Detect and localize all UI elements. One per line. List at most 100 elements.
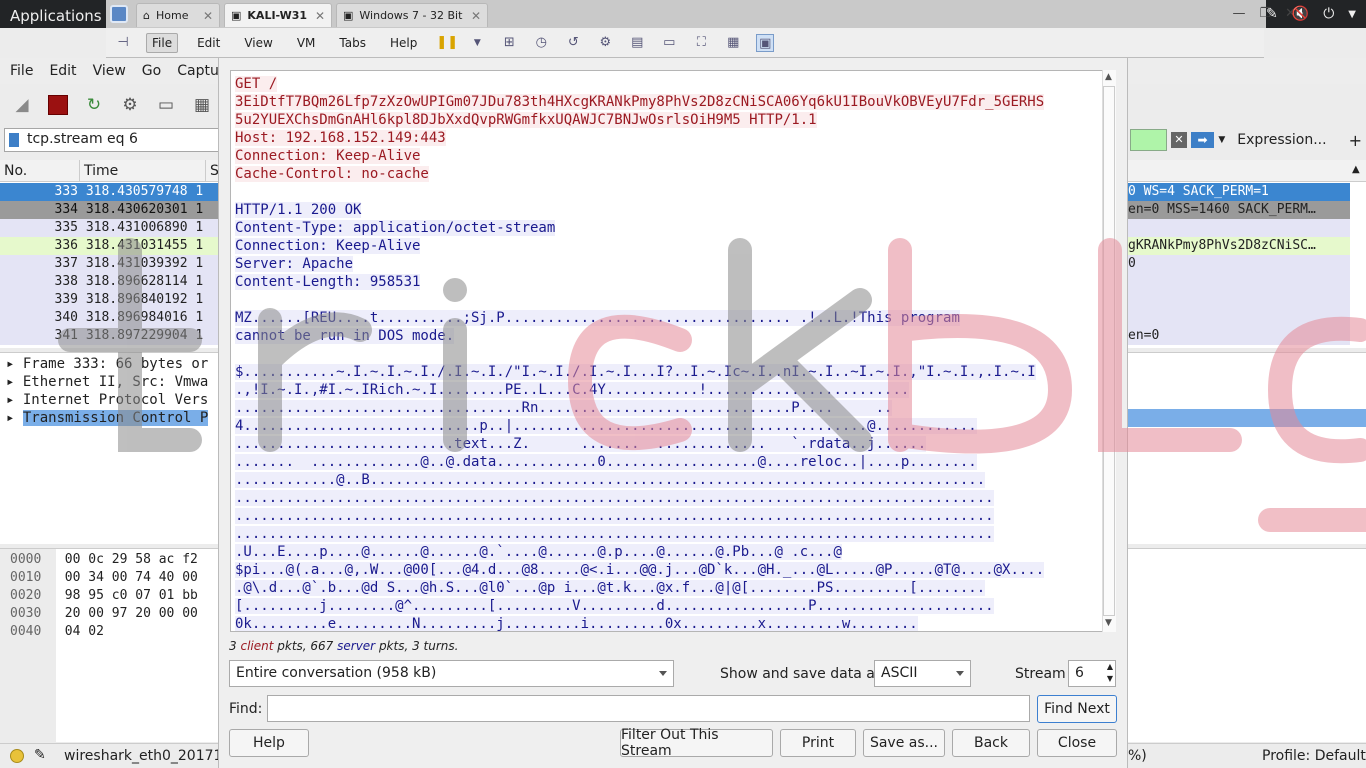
add-filter-button[interactable]: + — [1349, 131, 1362, 150]
detail-row-frame[interactable]: ▸ Frame 333: 66 bytes or — [6, 355, 208, 373]
packet-row[interactable]: 340 318.896984016 1 — [0, 309, 222, 327]
chevron-down-icon[interactable]: ▼ — [468, 34, 486, 52]
find-next-button[interactable]: Find Next — [1037, 695, 1117, 723]
ws-menu-view[interactable]: View — [93, 63, 126, 84]
decrement-icon[interactable]: ▼ — [1107, 674, 1113, 683]
pause-icon[interactable]: ❚❚ — [436, 34, 458, 52]
unity-icon[interactable]: ▦ — [724, 34, 742, 52]
tool-icon[interactable]: ✎ — [1266, 6, 1278, 22]
restart-capture-icon[interactable]: ↻ — [80, 91, 108, 119]
close-icon[interactable]: ✕ — [203, 9, 213, 23]
expand-icon[interactable]: ▸ — [6, 356, 23, 372]
capture-file-name: wireshark_eth0_20171 — [64, 748, 223, 764]
packet-row[interactable]: 341 318.897229904 1 — [0, 327, 222, 345]
display-filter-input[interactable]: tcp.stream eq 6 — [4, 128, 222, 152]
close-button[interactable]: Close — [1037, 729, 1117, 757]
data-format-select[interactable]: ASCII — [874, 660, 971, 687]
conversation-select[interactable]: Entire conversation (958 kB) — [229, 660, 674, 687]
hex-offset: 0030 — [10, 606, 42, 621]
network-icon[interactable]: ⊞ — [500, 34, 518, 52]
help-button[interactable]: Help — [229, 729, 309, 757]
detail-row-ip[interactable]: ▸ Internet Protocol Vers — [6, 391, 208, 409]
find-input[interactable] — [267, 695, 1030, 722]
open-file-icon[interactable]: ▭ — [152, 91, 180, 119]
packet-no: 337 — [54, 256, 78, 271]
vm-tab-home[interactable]: ⌂ Home ✕ — [136, 3, 220, 27]
packet-src: 1 — [195, 202, 204, 217]
scroll-down-icon[interactable]: ▼ — [1105, 618, 1112, 628]
packet-row[interactable]: 339 318.896840192 1 — [0, 291, 222, 309]
stream-number-spinbox[interactable]: 6 ▲ ▼ — [1068, 660, 1116, 687]
vm-icon: ▣ — [231, 9, 242, 22]
shark-fin-icon[interactable]: ◢ — [8, 91, 36, 119]
expand-icon[interactable]: ▸ — [6, 392, 23, 408]
server-data-line: cannot be run in DOS mode. — [235, 328, 455, 344]
chevron-down-icon[interactable]: ▼ — [1218, 135, 1225, 145]
column-header-time[interactable]: Time — [80, 160, 206, 181]
close-icon[interactable]: ✕ — [315, 9, 325, 23]
snapshot-manager-icon[interactable]: ⚙ — [596, 34, 614, 52]
revert-icon[interactable]: ↺ — [564, 34, 582, 52]
profile-label[interactable]: Profile: Default — [1262, 748, 1366, 764]
packet-no: 334 — [54, 202, 78, 217]
scroll-up-icon[interactable]: ▲ — [1105, 72, 1112, 82]
ws-menu-edit[interactable]: Edit — [49, 63, 76, 84]
packet-row[interactable]: 335 318.431006890 1 — [0, 219, 222, 237]
stop-capture-icon[interactable] — [44, 91, 72, 119]
apply-filter-icon[interactable]: ➡ — [1190, 132, 1215, 148]
clear-filter-icon[interactable]: ✕ — [1171, 132, 1187, 148]
bookmark-icon[interactable] — [9, 133, 19, 147]
sidebar-icon[interactable]: ▤ — [628, 34, 646, 52]
scroll-up-icon[interactable]: ▲ — [1352, 164, 1360, 175]
packet-row[interactable]: 336 318.431031455 1 — [0, 237, 222, 255]
filter-out-stream-button[interactable]: Filter Out This Stream — [620, 727, 773, 759]
column-header-no[interactable]: No. — [0, 160, 80, 181]
save-as-button[interactable]: Save as... — [863, 729, 945, 757]
packet-row[interactable]: 333 318.430579748 1 — [0, 183, 222, 201]
pin-icon[interactable]: ⊣ — [114, 34, 132, 52]
client-data-line: Cache-Control: no-cache — [235, 166, 429, 182]
filter-valid-field[interactable] — [1130, 129, 1168, 151]
vm-menu-edit[interactable]: Edit — [192, 34, 225, 52]
vm-tab-windows7[interactable]: ▣ Windows 7 - 32 Bit ✕ — [336, 3, 488, 27]
server-data-line: ....... .............@..@.data..........… — [235, 454, 977, 470]
vm-tab-kali[interactable]: ▣ KALI-W31 ✕ — [224, 3, 332, 27]
chevron-down-icon[interactable]: ▼ — [1348, 9, 1356, 20]
detail-row-ethernet[interactable]: ▸ Ethernet II, Src: Vmwa — [6, 373, 208, 391]
vm-menu-vm[interactable]: VM — [292, 34, 321, 52]
capture-options-icon[interactable]: ⚙ — [116, 91, 144, 119]
packet-row[interactable]: 337 318.431039392 1 — [0, 255, 222, 273]
vm-menu-tabs[interactable]: Tabs — [334, 34, 371, 52]
minimize-icon[interactable]: — — [1232, 6, 1245, 21]
vm-menu-file[interactable]: File — [146, 32, 179, 53]
expand-icon[interactable]: ▸ — [6, 410, 23, 426]
ws-menu-go[interactable]: Go — [142, 63, 161, 84]
power-icon[interactable]: ⏻ — [1323, 6, 1334, 22]
detail-row-tcp[interactable]: ▸ Transmission Control P — [6, 409, 209, 427]
vm-menu-help[interactable]: Help — [385, 34, 422, 52]
ws-menu-file[interactable]: File — [10, 63, 33, 84]
volume-muted-icon[interactable]: 🔇 — [1292, 6, 1309, 22]
expression-button[interactable]: Expression... — [1237, 132, 1326, 148]
stretch-icon[interactable]: ▣ — [756, 33, 775, 52]
stream-content[interactable]: GET / 3EiDtfT7BQm26Lfp7zXzOwUPIGm07JDu783… — [230, 70, 1116, 632]
save-file-icon[interactable]: ▦ — [188, 91, 216, 119]
packet-info: 0 — [1128, 255, 1350, 273]
client-data-line: 3EiDtfT7BQm26Lfp7zXzOwUPIGm07JDu783th4HX… — [235, 94, 1045, 110]
packet-row[interactable]: 334 318.430620301 1 — [0, 201, 222, 219]
stream-scroll-thumb[interactable] — [1103, 86, 1115, 616]
back-button[interactable]: Back — [952, 729, 1030, 757]
packet-time: 318.431006890 — [85, 220, 188, 235]
print-button[interactable]: Print — [780, 729, 856, 757]
close-icon[interactable]: ✕ — [471, 9, 481, 23]
vm-menu-view[interactable]: View — [239, 34, 277, 52]
snapshot-icon[interactable]: ◷ — [532, 34, 550, 52]
fullscreen-icon[interactable]: ⛶ — [692, 34, 710, 52]
console-icon[interactable]: ▭ — [660, 34, 678, 52]
expand-icon[interactable]: ▸ — [6, 374, 23, 390]
packet-src: 1 — [195, 184, 204, 199]
increment-icon[interactable]: ▲ — [1107, 662, 1113, 671]
edit-comment-icon[interactable]: ✎ — [34, 747, 46, 763]
packet-row[interactable]: 338 318.896628114 1 — [0, 273, 222, 291]
packet-time: 318.896840192 — [85, 292, 188, 307]
